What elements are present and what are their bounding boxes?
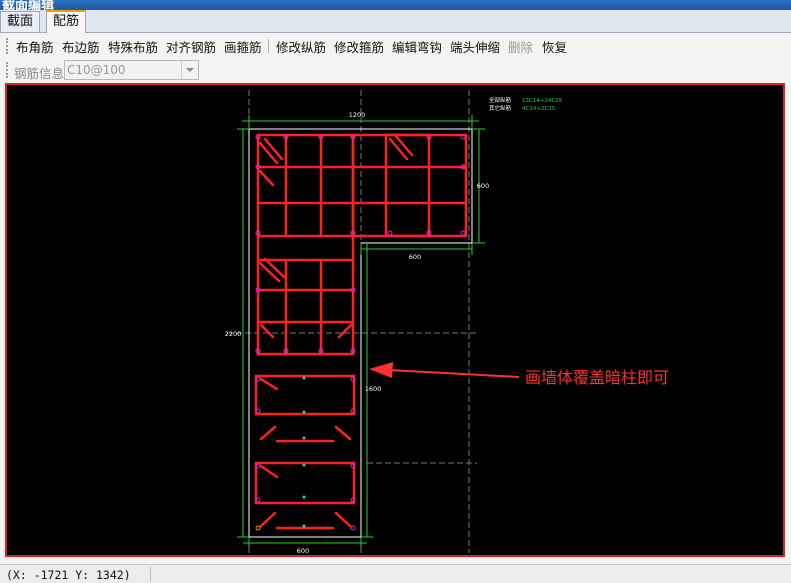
restore-button[interactable]: 恢复 [542, 37, 567, 56]
edit-hook-button[interactable]: 编辑弯钩 [392, 37, 442, 56]
tab-strip: 截面 配筋 [0, 10, 791, 34]
legend-2-value: 4C14+2C25 [522, 106, 556, 112]
tab-section[interactable]: 截面 [0, 11, 41, 32]
center-dots [302, 376, 306, 528]
window-title-bar: 截面编辑 [0, 0, 791, 10]
dim-bottom-text: 600 [297, 547, 309, 555]
toolbar-grip[interactable] [6, 62, 10, 78]
dim-notch-text: 600 [409, 253, 421, 261]
toolbar-separator [268, 39, 269, 53]
edit-longitudinal-button[interactable]: 修改纵筋 [276, 37, 326, 56]
toolbar-grip[interactable] [6, 38, 10, 54]
dim-left-text: 2200 [225, 330, 242, 338]
legend-1-key: 全部纵筋 [489, 96, 512, 104]
tab-reinforcement[interactable]: 配筋 [46, 10, 87, 34]
status-bar: (X: -1721 Y: 1342) [0, 564, 791, 583]
end-stretch-button[interactable]: 端头伸缩 [450, 37, 500, 56]
corner-bar-button[interactable]: 布角筋 [16, 37, 54, 56]
coordinate-readout: (X: -1721 Y: 1342) [6, 568, 131, 582]
chevron-down-icon[interactable] [181, 61, 198, 79]
status-cell [150, 567, 771, 581]
drawing-canvas[interactable]: 1200 600 600 2200 1600 600 全部纵筋 13C14+24… [5, 83, 785, 557]
dim-right-text: 600 [477, 182, 489, 190]
rebar-info-select[interactable]: C10@100 [64, 60, 199, 80]
delete-button[interactable]: 删除 [508, 37, 533, 56]
edge-bar-button[interactable]: 布边筋 [62, 37, 100, 56]
rebar-info-value: C10@100 [67, 63, 126, 77]
draw-stirrup-button[interactable]: 画箍筋 [224, 37, 262, 56]
window-title: 截面编辑 [2, 0, 55, 10]
legend-1-value: 13C14+24C25 [522, 98, 563, 104]
annotation-text: 画墙体覆盖暗柱即可 [525, 368, 669, 387]
dim-top-text: 1200 [349, 111, 366, 119]
rebar-info-label: 钢筋信息 [14, 66, 65, 81]
rebar-info-bar: 钢筋信息 C10@100 [0, 57, 791, 81]
dim-inner-text: 1600 [365, 385, 382, 393]
align-bar-button[interactable]: 对齐钢筋 [166, 37, 216, 56]
special-bar-button[interactable]: 特殊布筋 [108, 37, 158, 56]
legend-2-key: 其它纵筋 [489, 104, 512, 112]
section-drawing: 1200 600 600 2200 1600 600 全部纵筋 13C14+24… [225, 90, 669, 555]
edit-stirrup-button[interactable]: 修改箍筋 [334, 37, 384, 56]
annotation-arrow [369, 362, 520, 378]
toolbar: 布角筋 布边筋 特殊布筋 对齐钢筋 画箍筋 修改纵筋 修改箍筋 编辑弯钩 端头伸… [0, 33, 791, 57]
